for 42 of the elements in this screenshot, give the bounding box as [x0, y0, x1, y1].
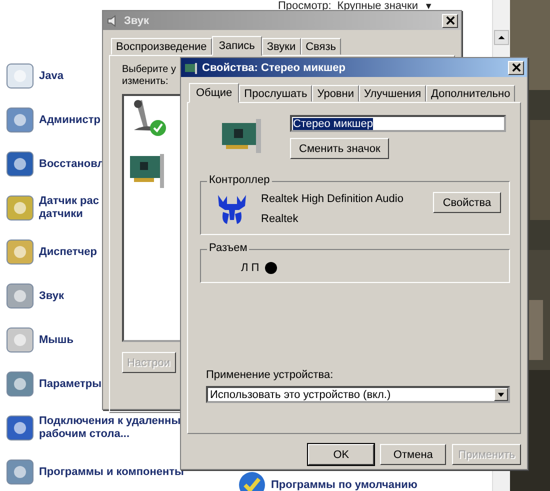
tab[interactable]: Общие	[189, 83, 240, 103]
control-panel-link[interactable]: Датчик рас датчики	[39, 195, 100, 221]
control-panel-link[interactable]: Программы и компоненты	[39, 466, 184, 478]
dialog-button[interactable]: Отмена	[380, 444, 446, 465]
group-title: Контроллер	[207, 174, 272, 186]
dialog-button[interactable]: OK	[308, 444, 374, 465]
control-panel-link[interactable]: Восстановл	[39, 158, 104, 170]
close-button[interactable]	[508, 60, 524, 74]
properties-button[interactable]: Свойства	[433, 192, 501, 213]
jack-label: Л П	[241, 262, 260, 274]
tab[interactable]: Улучшения	[359, 85, 426, 102]
tab[interactable]: Прослушать	[239, 85, 312, 102]
view-label: Просмотр:	[278, 0, 332, 12]
control-panel-link[interactable]: Java	[39, 70, 64, 82]
usage-label: Применение устройства:	[206, 369, 334, 381]
tab[interactable]: Воспроизведение	[111, 38, 212, 55]
scroll-up-icon[interactable]	[494, 30, 509, 45]
sound-card-icon	[184, 60, 198, 74]
caret-icon[interactable]	[494, 388, 508, 401]
change-icon-button[interactable]: Сменить значок	[290, 138, 390, 159]
prompt-text: Выберите у изменить:	[122, 64, 177, 88]
tab[interactable]: Дополнительно	[426, 85, 516, 102]
control-panel-link[interactable]: Подключения к удаленны рабочим стола...	[39, 415, 181, 441]
controller-vendor: Realtek	[261, 213, 300, 225]
window-title: Звук	[124, 14, 150, 26]
tab[interactable]: Звуки	[262, 38, 301, 55]
dialog-title: Свойства: Стерео микшер	[202, 62, 346, 74]
control-panel-link[interactable]: Диспетчер	[39, 246, 97, 258]
control-panel-link[interactable]: Параметры	[39, 378, 102, 390]
control-panel-link[interactable]: Администр	[39, 114, 100, 126]
tab[interactable]: Запись	[212, 36, 262, 56]
view-dropdown[interactable]: Крупные значки ▼	[337, 0, 433, 12]
control-panel-link[interactable]: Звук	[39, 290, 64, 302]
control-panel-link[interactable]: Программы по умолчанию	[271, 478, 418, 491]
group-title: Разъем	[207, 242, 250, 254]
usage-dropdown[interactable]: Использовать это устройство (вкл.)	[206, 386, 510, 403]
control-panel-link[interactable]: Мышь	[39, 334, 74, 346]
close-icon[interactable]	[512, 63, 520, 72]
controller-name: Realtek High Definition Audio	[261, 193, 404, 205]
tab[interactable]: Связь	[300, 38, 342, 55]
name-field[interactable]: Стерео микшер	[290, 115, 506, 132]
tab[interactable]: Уровни	[312, 85, 359, 102]
